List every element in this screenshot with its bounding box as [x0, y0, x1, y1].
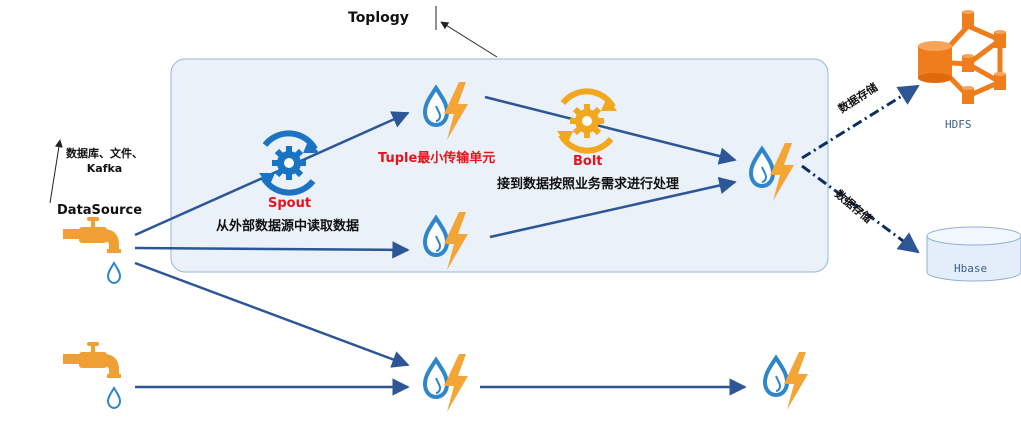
- datasource-note-line1: 数据库、文件、: [66, 147, 143, 160]
- arrow-ds1-bottom: [134, 261, 410, 368]
- faucet-icon: [62, 341, 122, 409]
- hdfs-cluster-icon: [918, 10, 1006, 104]
- spout-name: Spout: [268, 196, 312, 211]
- water-lightning-icon: [763, 350, 810, 412]
- datasource-pointer: [49, 139, 63, 204]
- bolt-description: 接到数据按照业务需求进行处理: [497, 177, 680, 192]
- hbase-label: Hbase: [954, 262, 988, 275]
- hdfs-label: HDFS: [945, 118, 972, 131]
- faucet-icon: [62, 216, 122, 284]
- water-lightning-icon: [423, 352, 470, 414]
- bolt-name: Bolt: [573, 154, 603, 169]
- datasource-note: 数据库、文件、 Kafka: [66, 146, 143, 176]
- datasource-title: DataSource: [57, 203, 143, 218]
- topology-container: [170, 58, 829, 273]
- topology-pointer: [440, 21, 498, 58]
- datasource-note-line2: Kafka: [86, 162, 123, 175]
- tuple-label: Tuple最小传输单元: [378, 151, 496, 166]
- topology-title: Toplogy: [348, 10, 409, 26]
- spout-description: 从外部数据源中读取数据: [216, 219, 360, 234]
